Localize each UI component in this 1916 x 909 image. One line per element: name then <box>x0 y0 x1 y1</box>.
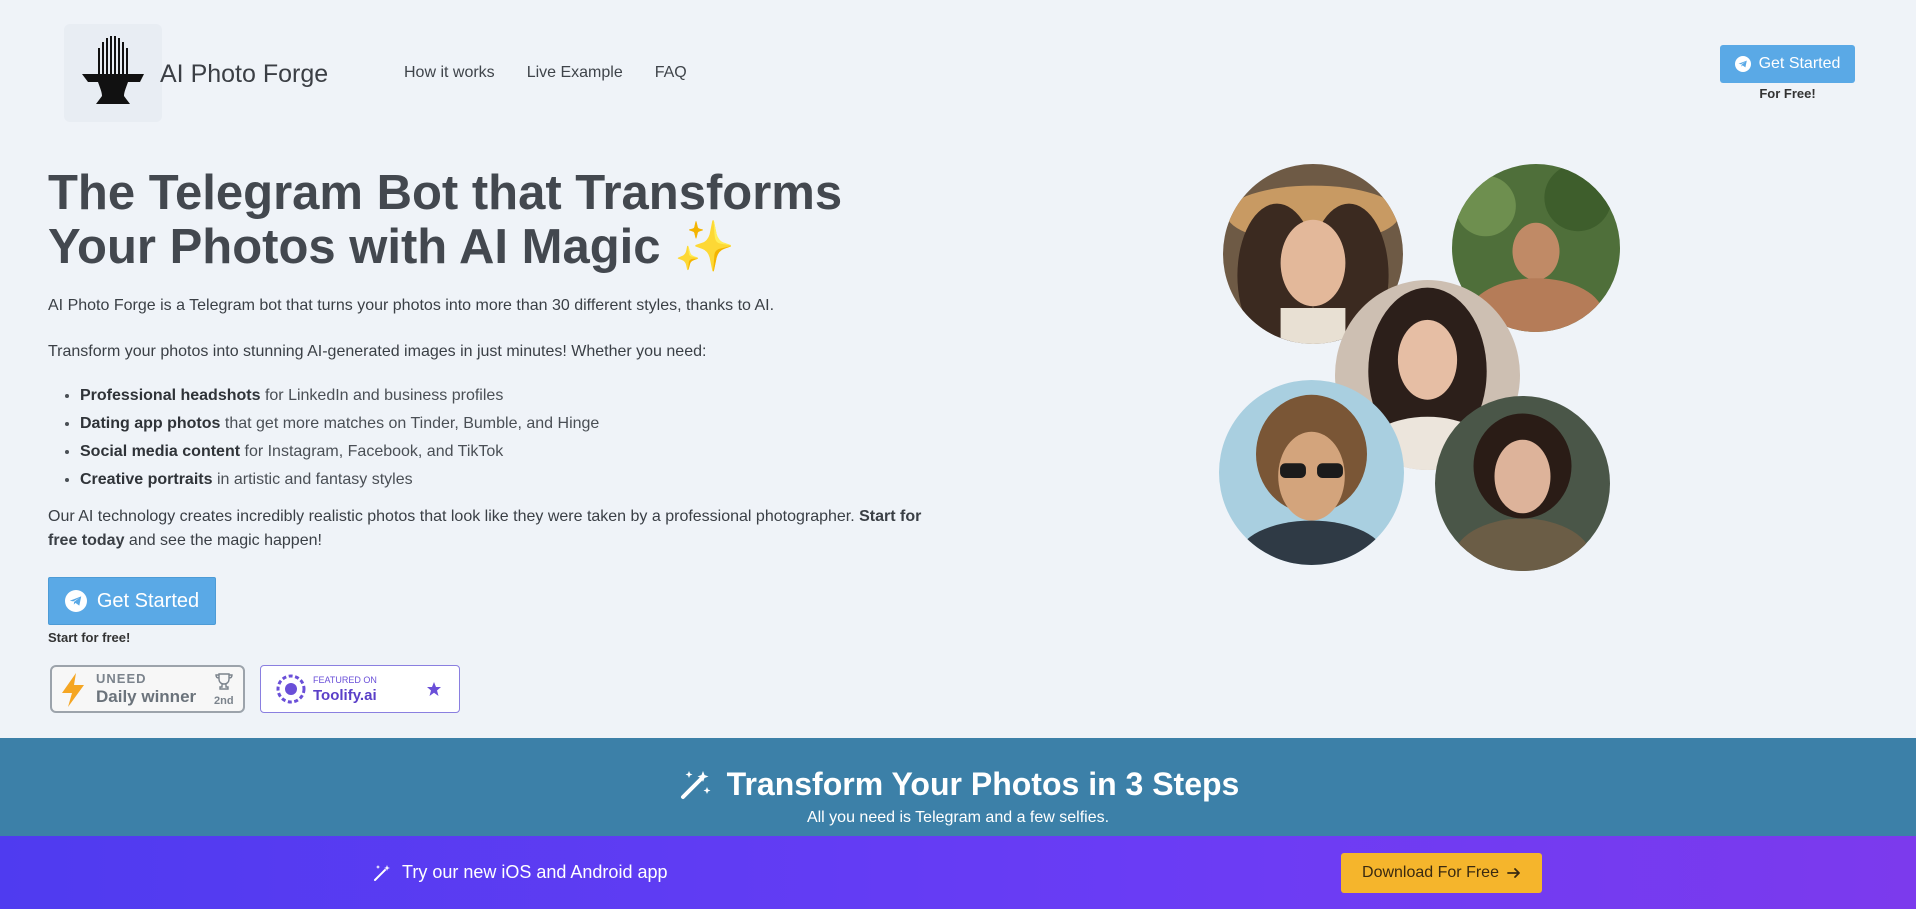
list-item: Dating app photos that get more matches … <box>80 410 599 438</box>
banner-text: Try our new iOS and Android app <box>402 862 668 882</box>
main-nav: How it works Live Example FAQ <box>404 64 687 82</box>
list-item: Professional headshots for LinkedIn and … <box>80 382 599 410</box>
hero-cta-label: Get Started <box>96 589 200 612</box>
nav-live-example[interactable]: Live Example <box>527 64 623 82</box>
app-promo-banner <box>0 836 1916 909</box>
uneed-badge[interactable]: UNEED Daily winner 2nd <box>50 665 245 713</box>
toolify-badge[interactable]: FEATURED ON Toolify.ai <box>260 665 460 713</box>
anvil-logo-icon <box>82 36 144 104</box>
toolify-name: Toolify.ai <box>313 687 377 704</box>
brand-name[interactable]: AI Photo Forge <box>160 60 328 89</box>
arrow-right-icon <box>1507 868 1520 878</box>
header-cta-sub: For Free! <box>1759 86 1816 101</box>
hero-cta-sub: Start for free! <box>48 630 131 645</box>
site-header: AI Photo Forge How it works Live Example… <box>0 0 1916 150</box>
toolify-small: FEATURED ON <box>313 675 377 685</box>
header-get-started-button[interactable]: Get Started <box>1720 45 1855 83</box>
hero-closing: Our AI technology creates incredibly rea… <box>48 508 922 549</box>
list-item: Social media content for Instagram, Face… <box>80 438 599 466</box>
trophy-icon <box>215 673 233 690</box>
hero-intro: AI Photo Forge is a Telegram bot that tu… <box>48 297 775 314</box>
nav-faq[interactable]: FAQ <box>655 64 687 82</box>
hero-title: The Telegram Bot that Transforms Your Ph… <box>48 166 843 274</box>
download-button[interactable]: Download For Free <box>1341 853 1542 893</box>
magic-wand-icon <box>374 864 390 881</box>
header-cta-label: Get Started <box>1758 55 1841 72</box>
list-item: Creative portraits in artistic and fanta… <box>80 466 599 494</box>
steps-title-text: Transform Your Photos in 3 Steps <box>726 766 1240 802</box>
portrait-woman-hiker <box>1435 396 1610 571</box>
uneed-label: Daily winner <box>96 687 197 706</box>
download-button-label: Download For Free <box>1362 864 1499 881</box>
portrait-man-sunglasses <box>1219 380 1404 565</box>
magic-wand-icon <box>680 770 711 799</box>
telegram-icon <box>1734 56 1751 72</box>
steps-subtitle: All you need is Telegram and a few selfi… <box>806 809 1110 826</box>
nav-how-it-works[interactable]: How it works <box>404 64 495 82</box>
logo[interactable] <box>64 24 162 122</box>
star-icon <box>427 682 441 696</box>
feature-list: Professional headshots for LinkedIn and … <box>80 382 599 494</box>
hero-get-started-button[interactable]: Get Started <box>48 577 216 625</box>
banner-message: Try our new iOS and Android app <box>372 862 667 883</box>
telegram-icon <box>64 590 87 612</box>
toolify-logo-icon <box>276 674 306 704</box>
steps-heading: Transform Your Photos in 3 Steps <box>0 766 1916 803</box>
hero-lead: Transform your photos into stunning AI-g… <box>48 343 707 360</box>
uneed-rank: 2nd <box>214 695 234 707</box>
lightning-icon <box>62 673 84 707</box>
uneed-brand: UNEED <box>96 671 147 686</box>
photo-collage <box>1215 160 1635 571</box>
